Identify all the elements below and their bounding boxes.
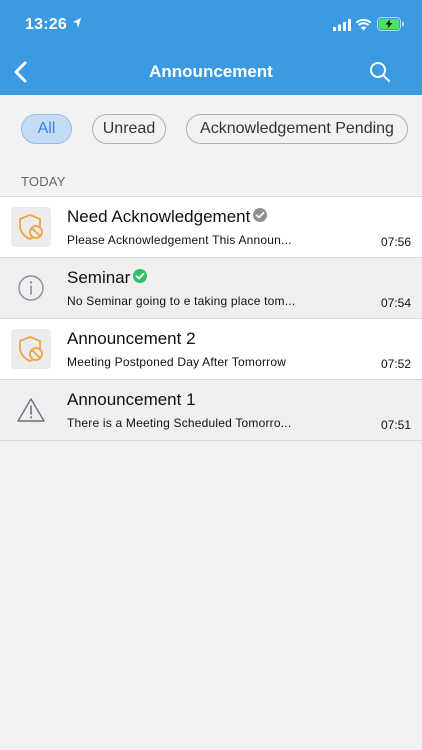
page-title: Announcement xyxy=(149,62,273,81)
warning-triangle-icon xyxy=(11,390,51,430)
list-item-time: 07:56 xyxy=(380,235,411,249)
list-item-preview: No Seminar going to e taking place tom..… xyxy=(67,294,296,308)
filter-chips: All Unread Acknowledgement Pending xyxy=(0,114,422,146)
shield-blocked-icon xyxy=(11,207,51,247)
list-item-title: Seminar xyxy=(67,268,148,289)
list-item[interactable]: Need Acknowledgement Please Acknowledgem… xyxy=(0,196,422,258)
list-item-time: 07:51 xyxy=(380,418,411,432)
list-item[interactable]: Announcement 1 There is a Meeting Schedu… xyxy=(0,380,422,441)
list-item-preview: Meeting Postponed Day After Tomorrow xyxy=(67,355,287,369)
battery-charging-icon xyxy=(377,17,404,31)
list-item-title: Announcement 1 xyxy=(67,390,196,409)
green-check-badge-icon xyxy=(132,268,148,289)
list-item[interactable]: Seminar No Seminar going to e taking pla… xyxy=(0,258,422,319)
list-item[interactable]: Announcement 2 Meeting Postponed Day Aft… xyxy=(0,319,422,380)
list-item-time: 07:52 xyxy=(380,357,411,371)
wifi-icon xyxy=(355,18,372,31)
filter-chip-acknowledgement-pending[interactable]: Acknowledgement Pending xyxy=(186,114,408,144)
list-item-title: Need Acknowledgement xyxy=(67,207,268,228)
announcement-list: Need Acknowledgement Please Acknowledgem… xyxy=(0,196,422,441)
status-bar: 13:26 xyxy=(0,0,422,48)
cellular-signal-icon xyxy=(333,19,351,31)
shield-blocked-icon xyxy=(11,329,51,369)
app-header: 13:26 Announcement xyxy=(0,0,422,95)
filter-chip-unread[interactable]: Unread xyxy=(92,114,166,144)
search-icon[interactable] xyxy=(368,60,392,84)
list-item-time: 07:54 xyxy=(380,296,411,310)
info-circle-icon xyxy=(11,268,51,308)
location-arrow-icon xyxy=(73,18,81,28)
filter-chip-all[interactable]: All xyxy=(21,114,72,144)
list-item-preview: Please Acknowledgement This Announ... xyxy=(67,233,292,247)
list-item-title: Announcement 2 xyxy=(67,329,196,348)
grey-check-badge-icon xyxy=(252,207,268,228)
list-item-preview: There is a Meeting Scheduled Tomorro... xyxy=(67,416,292,430)
status-time: 13:26 xyxy=(25,16,67,33)
section-header-today: TODAY xyxy=(21,174,66,189)
